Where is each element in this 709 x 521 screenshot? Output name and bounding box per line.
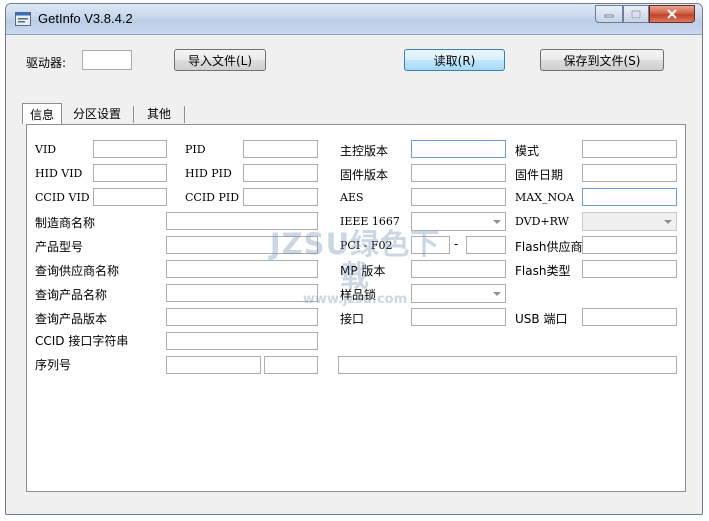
- query-vendor-name-field[interactable]: [166, 260, 318, 278]
- vid-label: VID: [35, 143, 57, 156]
- hid-pid-label: HID PID: [185, 167, 232, 180]
- pci-separator: -: [454, 237, 459, 251]
- hid-vid-label: HID VID: [35, 167, 83, 180]
- hid-vid-field[interactable]: [93, 164, 167, 182]
- product-model-label: 产品型号: [35, 240, 84, 254]
- firmware-version-label: 固件版本: [340, 168, 389, 182]
- query-product-version-label: 查询产品版本: [35, 312, 108, 326]
- firmware-date-label: 固件日期: [515, 168, 564, 182]
- flash-vendor-label: Flash供应商: [515, 240, 583, 254]
- query-product-name-field[interactable]: [166, 284, 318, 302]
- ccid-interface-string-label: CCID 接口字符串: [35, 334, 129, 348]
- flash-vendor-field[interactable]: [582, 236, 677, 254]
- drive-input[interactable]: [82, 50, 132, 70]
- dvd-rw-select[interactable]: [582, 212, 677, 231]
- mode-label: 模式: [515, 144, 540, 158]
- aes-field[interactable]: [411, 188, 506, 206]
- pci-f02-field-2[interactable]: [466, 236, 506, 254]
- maximize-button[interactable]: [623, 5, 649, 23]
- usb-port-label: USB 端口: [515, 312, 568, 326]
- window-content: 驱动器: 导入文件(L) 读取(R) 保存到文件(S) 信息 分区设置 其他 V…: [10, 35, 698, 511]
- tab-info[interactable]: 信息: [22, 103, 62, 124]
- save-to-file-button[interactable]: 保存到文件(S): [540, 49, 664, 71]
- firmware-date-field[interactable]: [582, 164, 677, 182]
- interface-label: 接口: [340, 312, 365, 326]
- maximize-icon: [631, 9, 641, 19]
- drive-label: 驱动器:: [26, 56, 67, 70]
- minimize-icon: [604, 14, 614, 18]
- query-vendor-name-label: 查询供应商名称: [35, 264, 120, 278]
- import-file-button[interactable]: 导入文件(L): [174, 49, 266, 71]
- mp-version-field[interactable]: [411, 260, 506, 278]
- ieee-1667-label: IEEE 1667: [340, 215, 400, 228]
- read-button[interactable]: 读取(R): [404, 49, 505, 71]
- close-icon: [667, 9, 677, 19]
- info-panel: VID PID 主控版本 模式 HID VID HID PID 固件版本 固件日…: [26, 124, 686, 492]
- product-model-field[interactable]: [166, 236, 318, 254]
- chevron-down-icon: [664, 220, 672, 224]
- firmware-version-field[interactable]: [411, 164, 506, 182]
- aes-label: AES: [340, 191, 364, 204]
- serial-number-field-2[interactable]: [264, 356, 318, 374]
- ccid-pid-label: CCID PID: [185, 191, 240, 204]
- app-icon: [15, 12, 31, 26]
- sample-lock-label: 样品锁: [340, 288, 377, 302]
- query-product-name-label: 查询产品名称: [35, 288, 108, 302]
- dvd-rw-label: DVD+RW: [515, 215, 569, 228]
- tab-separator: [133, 106, 134, 123]
- title-bar[interactable]: GetInfo V3.8.4.2: [6, 4, 702, 35]
- chevron-down-icon: [493, 292, 501, 296]
- pid-label: PID: [185, 143, 206, 156]
- manufacturer-name-label: 制造商名称: [35, 216, 96, 230]
- window-title: GetInfo V3.8.4.2: [38, 11, 133, 26]
- manufacturer-name-field[interactable]: [166, 212, 318, 230]
- serial-number-label: 序列号: [35, 358, 72, 372]
- serial-number-field-3[interactable]: [338, 356, 677, 374]
- flash-type-label: Flash类型: [515, 264, 571, 278]
- query-product-version-field[interactable]: [166, 308, 318, 326]
- pci-f02-label: PCI - F02: [340, 239, 393, 252]
- serial-number-field-1[interactable]: [166, 356, 261, 374]
- app-window: GetInfo V3.8.4.2 驱动器: 导入文件(L) 读取(R) 保存到文…: [5, 3, 703, 515]
- sample-lock-select[interactable]: [411, 284, 506, 303]
- hid-pid-field[interactable]: [243, 164, 318, 182]
- ccid-vid-label: CCID VID: [35, 191, 90, 204]
- tab-other[interactable]: 其他: [136, 103, 182, 124]
- usb-port-field[interactable]: [582, 308, 677, 326]
- tab-partition-settings[interactable]: 分区设置: [64, 103, 130, 124]
- tab-separator: [184, 106, 185, 123]
- ieee-1667-select[interactable]: [411, 212, 506, 231]
- controller-version-field[interactable]: [411, 140, 506, 158]
- controller-version-label: 主控版本: [340, 144, 389, 158]
- pid-field[interactable]: [243, 140, 318, 158]
- chevron-down-icon: [493, 220, 501, 224]
- ccid-interface-string-field[interactable]: [166, 332, 318, 350]
- max-noa-label: MAX_NOA: [515, 191, 575, 204]
- vid-field[interactable]: [93, 140, 167, 158]
- interface-field[interactable]: [411, 308, 506, 326]
- minimize-button[interactable]: [595, 5, 623, 23]
- mp-version-label: MP 版本: [340, 264, 386, 278]
- ccid-pid-field[interactable]: [243, 188, 318, 206]
- close-button[interactable]: [649, 5, 695, 23]
- pci-f02-field-1[interactable]: [411, 236, 450, 254]
- flash-type-field[interactable]: [582, 260, 677, 278]
- max-noa-field[interactable]: [582, 188, 677, 206]
- ccid-vid-field[interactable]: [93, 188, 167, 206]
- mode-field[interactable]: [582, 140, 677, 158]
